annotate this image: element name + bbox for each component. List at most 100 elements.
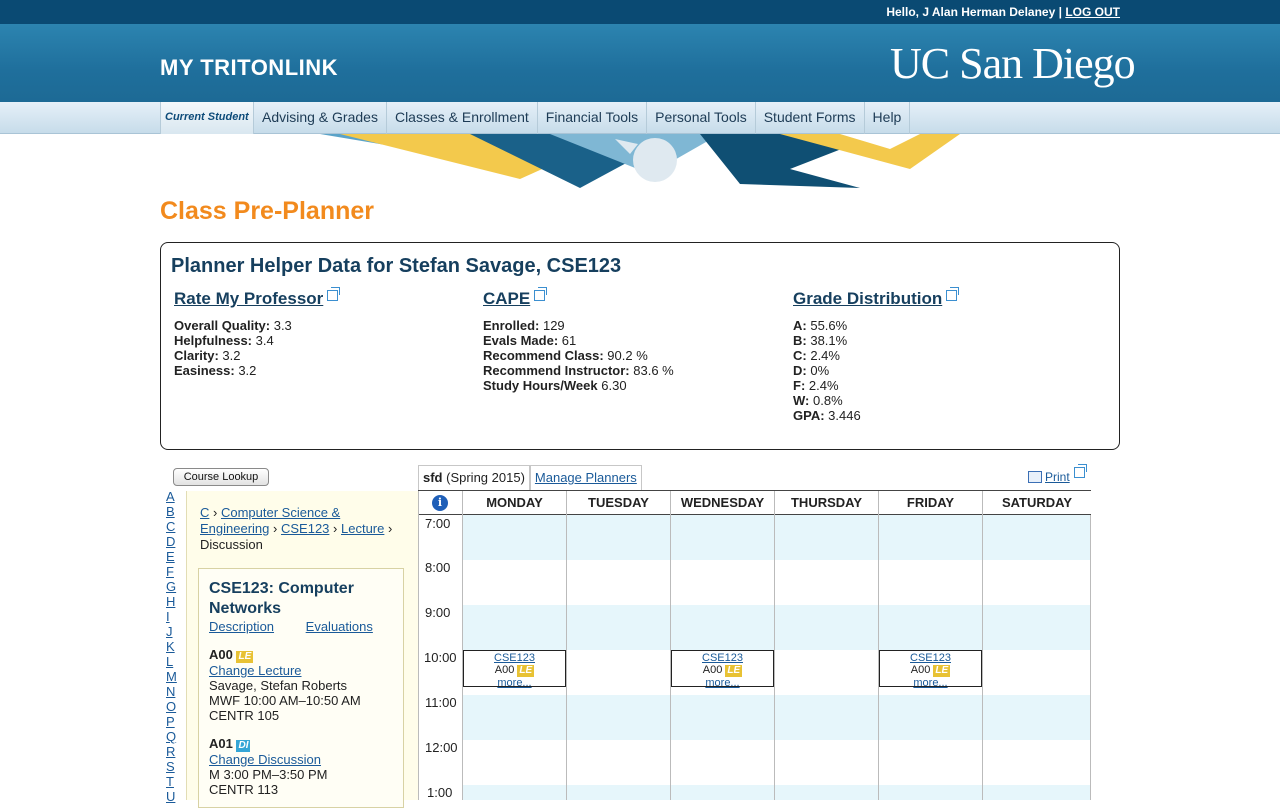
- manage-planners-link[interactable]: Manage Planners: [535, 470, 637, 485]
- section-time: MWF 10:00 AM–10:50 AM: [209, 693, 361, 708]
- rmp-row: Clarity: 3.2: [174, 348, 241, 363]
- alpha-link[interactable]: R: [166, 744, 180, 759]
- alpha-link[interactable]: C: [166, 519, 180, 534]
- event-course-link[interactable]: CSE123: [910, 652, 951, 664]
- nav-student-forms[interactable]: Student Forms: [756, 102, 865, 134]
- breadcrumb-course[interactable]: CSE123: [281, 521, 329, 536]
- info-icon[interactable]: i: [432, 495, 448, 511]
- day-header: TUESDAY: [566, 491, 670, 515]
- user-name: J Alan Herman Delaney: [922, 5, 1056, 19]
- nav-help[interactable]: Help: [865, 102, 911, 134]
- event-block-wednesday[interactable]: CSE123 A00 LE more...: [671, 650, 774, 689]
- day-header: SATURDAY: [982, 491, 1091, 515]
- event-more-link[interactable]: more...: [913, 677, 947, 689]
- alpha-link[interactable]: P: [166, 714, 180, 729]
- alpha-link[interactable]: A: [166, 489, 180, 504]
- day-header: THURSDAY: [774, 491, 878, 515]
- description-link[interactable]: Description: [209, 619, 274, 634]
- alpha-link[interactable]: I: [166, 609, 180, 624]
- alpha-link[interactable]: O: [166, 699, 180, 714]
- ucsd-logo[interactable]: UC San Diego: [890, 38, 1136, 89]
- alpha-link[interactable]: S: [166, 759, 180, 774]
- cape-row: Evals Made: 61: [483, 333, 577, 348]
- rate-my-professor-link[interactable]: Rate My Professor: [174, 289, 323, 308]
- time-label: 11:00: [425, 695, 457, 710]
- event-course-link[interactable]: CSE123: [702, 652, 743, 664]
- lecture-tag: LE: [517, 665, 535, 677]
- rmp-row: Overall Quality: 3.3: [174, 318, 292, 333]
- section-a01: A01 DI Change Discussion M 3:00 PM–3:50 …: [209, 736, 328, 797]
- change-lecture-link[interactable]: Change Lecture: [209, 663, 302, 678]
- main-nav: Current Student Advising & Grades Classe…: [0, 102, 1280, 134]
- alpha-link[interactable]: J: [166, 624, 180, 639]
- nav-current-student[interactable]: Current Student: [160, 102, 254, 134]
- top-bar: Hello, J Alan Herman Delaney | LOG OUT: [0, 0, 1280, 24]
- section-time: M 3:00 PM–3:50 PM: [209, 767, 328, 782]
- separator: |: [1058, 5, 1062, 19]
- course-title: CSE123: Computer Networks: [209, 580, 354, 617]
- alpha-link[interactable]: E: [166, 549, 180, 564]
- alpha-link[interactable]: T: [166, 774, 180, 789]
- alpha-link[interactable]: F: [166, 564, 180, 579]
- section-code: A01: [209, 736, 233, 751]
- site-title[interactable]: MY TRITONLINK: [160, 55, 338, 81]
- hour-band-8: [462, 560, 1091, 605]
- planner-tabs: sfd (Spring 2015) Manage Planners: [418, 465, 642, 490]
- time-label: 12:00: [425, 740, 458, 755]
- day-header: WEDNESDAY: [670, 491, 774, 515]
- alpha-link[interactable]: B: [166, 504, 180, 519]
- alpha-link[interactable]: G: [166, 579, 180, 594]
- alpha-link[interactable]: D: [166, 534, 180, 549]
- section-room: CENTR 113: [209, 782, 279, 797]
- event-block-friday[interactable]: CSE123 A00 LE more...: [879, 650, 982, 689]
- grade-row: C: 2.4%: [793, 348, 840, 363]
- alpha-link[interactable]: M: [166, 669, 180, 684]
- nav-financial-tools[interactable]: Financial Tools: [538, 102, 648, 134]
- breadcrumb-separator: ›: [213, 505, 218, 520]
- cape-link[interactable]: CAPE: [483, 289, 530, 308]
- time-label: 7:00: [425, 516, 451, 531]
- alpha-link[interactable]: H: [166, 594, 180, 609]
- change-discussion-link[interactable]: Change Discussion: [209, 752, 321, 767]
- instructor-name: Savage, Stefan Roberts: [209, 678, 348, 693]
- banner-graphic: [320, 134, 960, 188]
- breadcrumb-c[interactable]: C: [200, 505, 209, 520]
- print-link[interactable]: Print: [1028, 464, 1087, 484]
- alpha-link[interactable]: L: [166, 654, 180, 669]
- external-link-icon: [946, 287, 960, 301]
- tab-manage-planners[interactable]: Manage Planners: [529, 465, 642, 490]
- alpha-link[interactable]: N: [166, 684, 180, 699]
- nav-classes-enrollment[interactable]: Classes & Enrollment: [387, 102, 538, 134]
- section-room: CENTR 105: [209, 708, 280, 723]
- alpha-link[interactable]: K: [166, 639, 180, 654]
- grade-distribution-section: Grade Distribution A: 55.6% B: 38.1% C: …: [793, 287, 960, 423]
- alpha-link[interactable]: Q: [166, 729, 180, 744]
- event-more-link[interactable]: more...: [497, 677, 531, 689]
- breadcrumb-lecture[interactable]: Lecture: [341, 521, 384, 536]
- weekly-calendar: i MONDAY TUESDAY WEDNESDAY THURSDAY FRID…: [418, 490, 1091, 800]
- calendar-header: i MONDAY TUESDAY WEDNESDAY THURSDAY FRID…: [418, 490, 1091, 515]
- alpha-link[interactable]: U: [166, 789, 180, 804]
- time-label: 9:00: [425, 605, 451, 620]
- course-lookup-button[interactable]: Course Lookup: [173, 468, 269, 486]
- planner-helper-panel: Planner Helper Data for Stefan Savage, C…: [160, 242, 1120, 450]
- hour-band-1: [462, 785, 1091, 800]
- external-link-icon: [327, 287, 341, 301]
- lecture-tag: LE: [725, 665, 743, 677]
- helper-title: Planner Helper Data for Stefan Savage, C…: [171, 255, 622, 277]
- tab-current-planner[interactable]: sfd (Spring 2015): [418, 465, 530, 490]
- logout-link[interactable]: LOG OUT: [1065, 5, 1120, 19]
- time-label: 1:00: [427, 785, 453, 800]
- grade-distribution-link[interactable]: Grade Distribution: [793, 289, 942, 308]
- print-text[interactable]: Print: [1045, 470, 1070, 484]
- event-block-monday[interactable]: CSE123 A00 LE more...: [463, 650, 566, 689]
- greeting-text: Hello,: [886, 5, 919, 19]
- event-course-link[interactable]: CSE123: [494, 652, 535, 664]
- nav-advising-grades[interactable]: Advising & Grades: [254, 102, 387, 134]
- external-link-icon: [534, 287, 548, 301]
- event-more-link[interactable]: more...: [705, 677, 739, 689]
- lecture-tag: LE: [236, 651, 254, 663]
- evaluations-link[interactable]: Evaluations: [306, 619, 373, 634]
- info-cell: i: [418, 491, 462, 515]
- nav-personal-tools[interactable]: Personal Tools: [647, 102, 756, 134]
